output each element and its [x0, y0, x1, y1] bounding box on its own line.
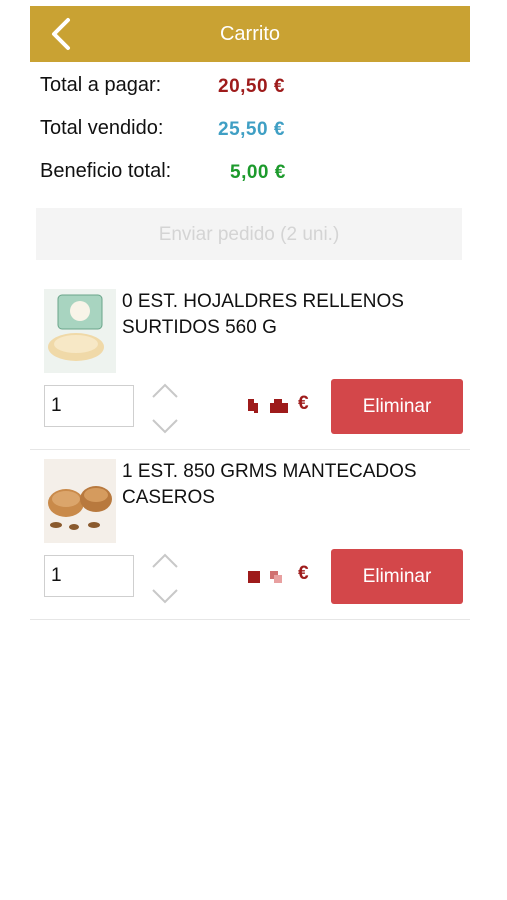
product-image	[44, 459, 116, 543]
product-name: 0 EST. HOJALDRES RELLENOS SURTIDOS 560 G	[122, 291, 404, 338]
cart-item: 0 EST. HOJALDRES RELLENOS SURTIDOS 560 G…	[30, 279, 470, 450]
price-currency: €	[298, 563, 309, 584]
delete-item-button[interactable]: Eliminar	[331, 379, 463, 434]
delete-item-button[interactable]: Eliminar	[331, 549, 463, 604]
total-sold-value: 25,50 €	[218, 119, 285, 140]
product-price-redacted	[248, 565, 292, 587]
send-order-button[interactable]: Enviar pedido (2 uni.)	[36, 208, 462, 260]
product-name: 1 EST. 850 GRMS MANTECADOS CASEROS	[122, 461, 417, 508]
decrease-quantity-button[interactable]	[150, 416, 180, 438]
total-sold-label: Total vendido:	[40, 117, 164, 139]
quantity-input[interactable]	[44, 385, 134, 427]
increase-quantity-button[interactable]	[150, 549, 180, 571]
app-header: Carrito	[30, 6, 470, 62]
quantity-input[interactable]	[44, 555, 134, 597]
chevron-down-icon	[152, 589, 178, 604]
total-profit-label: Beneficio total:	[40, 160, 172, 182]
page-title: Carrito	[219, 23, 280, 45]
total-pay-value: 20,50 €	[218, 76, 285, 97]
product-image	[44, 289, 116, 373]
price-currency: €	[298, 393, 309, 414]
product-price-redacted	[248, 395, 292, 417]
total-profit-value: 5,00 €	[230, 162, 286, 183]
increase-quantity-button[interactable]	[150, 379, 180, 401]
chevron-up-icon	[152, 383, 178, 398]
cart-item: 1 EST. 850 GRMS MANTECADOS CASEROS € Eli…	[30, 449, 470, 620]
chevron-down-icon	[152, 419, 178, 434]
total-pay-label: Total a pagar:	[40, 74, 162, 96]
decrease-quantity-button[interactable]	[150, 586, 180, 608]
totals-summary: Total a pagar: 20,50 € Total vendido: 25…	[40, 70, 470, 199]
chevron-up-icon	[152, 553, 178, 568]
